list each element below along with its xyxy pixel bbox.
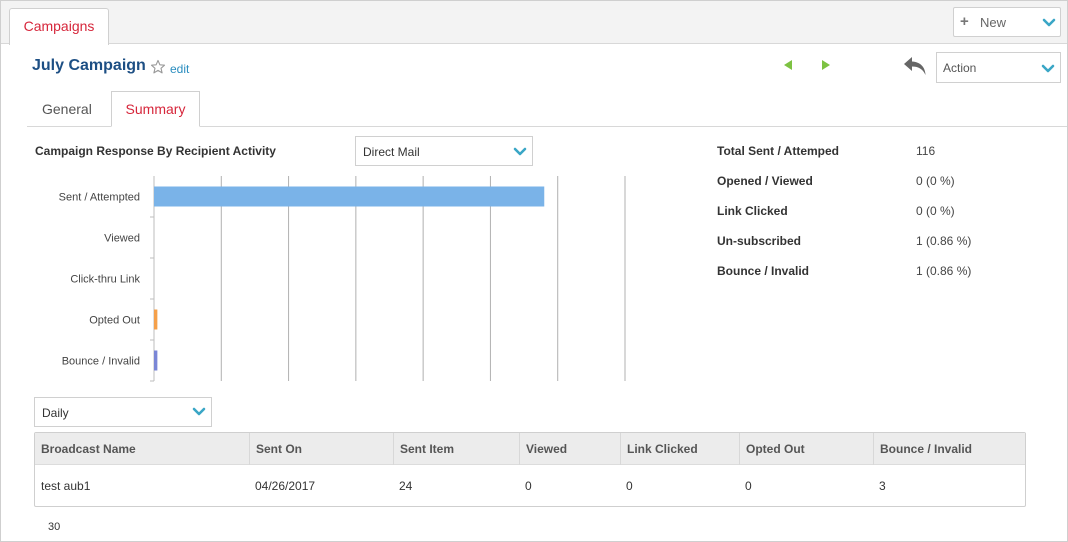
bar [154,309,158,330]
cell-opted-out: 0 [745,479,752,493]
period-dropdown-label: Daily [42,406,69,420]
category-label: Sent / Attempted [59,192,140,204]
tab-summary[interactable]: Summary [111,91,200,127]
column-header-opted-out[interactable]: Opted Out [739,433,873,465]
column-header-sent-item[interactable]: Sent Item [393,433,519,465]
column-header-broadcast-name[interactable]: Broadcast Name [35,433,249,465]
previous-arrow-icon[interactable] [782,59,794,71]
stat-label-bounce: Bounce / Invalid [717,264,810,278]
action-dropdown-label: Action [943,61,977,75]
bar [154,186,545,207]
period-dropdown[interactable]: Daily [34,397,212,427]
new-button-label: New [980,15,1007,30]
chart-title: Campaign Response By Recipient Activity [35,144,276,158]
page-title: July Campaign [32,57,146,74]
new-button[interactable]: + New [953,7,1061,37]
cell-viewed: 0 [525,479,532,493]
category-label: Bounce / Invalid [62,356,140,368]
undo-icon[interactable] [901,54,929,78]
stat-label-unsubscribed: Un-subscribed [717,234,802,248]
cell-bounce-invalid: 3 [879,479,886,493]
column-header-sent-on[interactable]: Sent On [249,433,393,465]
chevron-down-icon [1042,18,1056,27]
stat-label-opened: Opened / Viewed [717,174,813,188]
stat-value-link-clicked: 0 (0 %) [916,204,955,218]
chevron-down-icon [513,147,527,156]
cell-link-clicked: 0 [626,479,633,493]
tab-general[interactable]: General [42,101,92,117]
edit-link[interactable]: edit [170,62,189,76]
category-label: Opted Out [89,315,140,327]
cell-broadcast-name[interactable]: test aub1 [35,479,90,493]
stat-label-total-sent: Total Sent / Attemped [717,144,840,158]
tab-campaigns[interactable]: Campaigns [9,8,109,45]
cell-sent-on: 04/26/2017 [255,479,316,493]
column-header-link-clicked[interactable]: Link Clicked [620,433,739,465]
channel-dropdown-label: Direct Mail [363,145,420,159]
plus-icon: + [960,13,969,30]
cell-sent-item: 24 [399,479,413,493]
footer-number: 30 [48,521,61,533]
stat-value-unsubscribed: 1 (0.86 %) [916,234,972,248]
chevron-down-icon [1041,64,1055,73]
bar [154,350,158,371]
column-header-viewed[interactable]: Viewed [519,433,620,465]
stat-value-opened: 0 (0 %) [916,174,955,188]
stat-value-total-sent: 116 [916,144,936,158]
star-icon[interactable] [150,59,166,75]
channel-dropdown[interactable]: Direct Mail [355,136,533,166]
stat-value-bounce: 1 (0.86 %) [916,264,972,278]
broadcast-table: Broadcast Name Sent On Sent Item Viewed … [34,432,1026,507]
app-window: Campaigns + New July Campaign edit Actio… [0,0,1068,542]
category-label: Viewed [104,233,140,245]
action-dropdown[interactable]: Action [936,52,1061,83]
chevron-down-icon [192,407,206,416]
top-tab-bar: Campaigns + New [1,1,1067,45]
table-header: Broadcast Name Sent On Sent Item Viewed … [35,433,1025,465]
column-header-bounce-invalid[interactable]: Bounce / Invalid [873,433,1025,465]
next-arrow-icon[interactable] [820,59,832,71]
stat-label-link-clicked: Link Clicked [717,204,788,218]
recipient-activity-bar-chart: Sent / Attempted Viewed Click-thru Link Opt… [59,176,626,382]
category-label: Click-thru Link [70,274,140,286]
